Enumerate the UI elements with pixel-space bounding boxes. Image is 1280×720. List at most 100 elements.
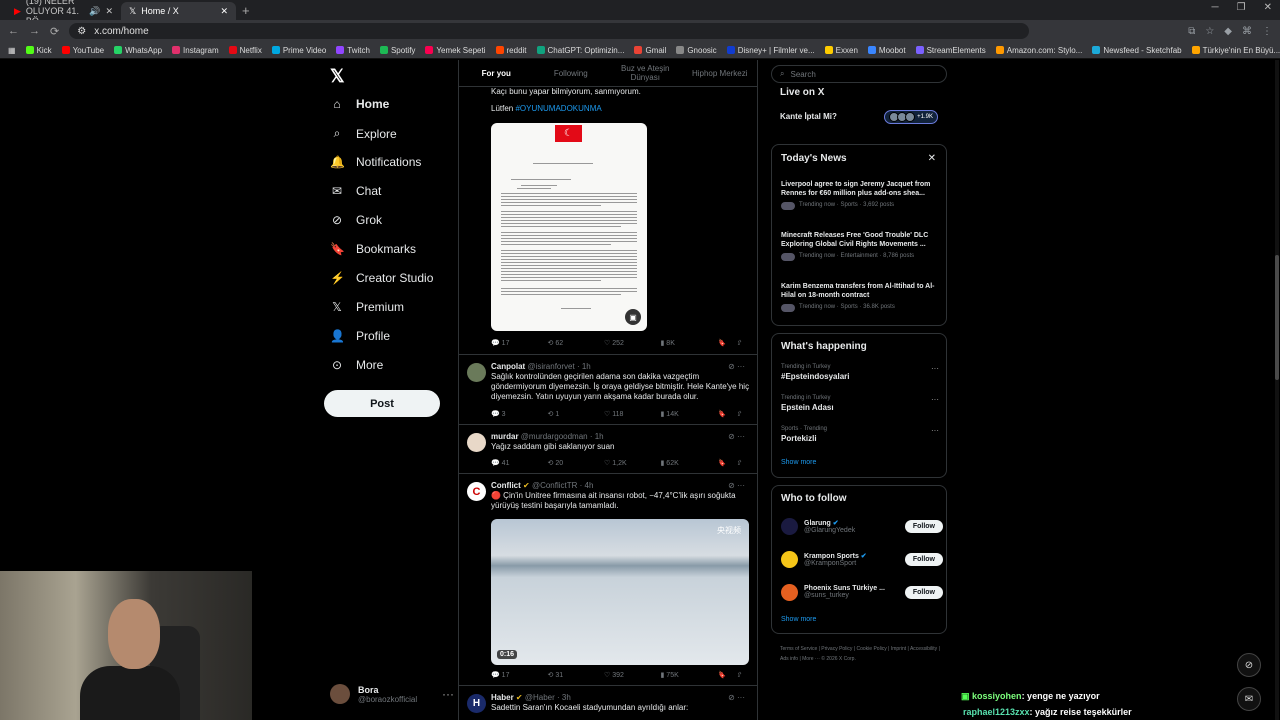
share-icon[interactable]: ⇧ — [736, 671, 742, 679]
bookmark-item[interactable]: Gmail — [634, 46, 666, 55]
repost-button[interactable]: ⟲ 20 — [548, 459, 605, 467]
avatar[interactable]: C — [467, 482, 486, 501]
more-dots-icon[interactable]: ⊘ ··· — [728, 362, 745, 371]
views-button[interactable]: ▮ 75K — [661, 671, 718, 679]
follow-suggestion[interactable]: Krampon Sports ✔ @KramponSport Follow — [781, 548, 943, 570]
translate-icon[interactable]: ⧉ — [1188, 26, 1195, 37]
reply-button[interactable]: 💬 17 — [491, 339, 548, 347]
more-dots-icon[interactable]: ⊘ ··· — [728, 432, 745, 441]
grok-float-icon[interactable]: ⊘ — [1237, 653, 1261, 677]
news-item[interactable]: Liverpool agree to sign Jeremy Jacquet f… — [781, 180, 943, 210]
post-button[interactable]: Post — [324, 390, 440, 417]
author-handle[interactable]: @murdargoodman — [521, 432, 588, 441]
bookmark-item[interactable]: Twitch — [336, 46, 370, 55]
scrollbar-thumb[interactable] — [1275, 255, 1279, 380]
sidebar-item-bookmarks[interactable]: 🔖 Bookmarks — [330, 242, 416, 256]
bookmark-item[interactable]: Amazon.com: Stylo... — [995, 46, 1082, 55]
like-button[interactable]: ♡ 1,2K — [604, 459, 661, 467]
bookmark-icon[interactable]: 🔖 — [717, 671, 726, 679]
bookmark-item[interactable]: ChatGPT: Optimizin... — [536, 46, 624, 55]
views-button[interactable]: ▮ 62K — [661, 459, 718, 467]
more-dots-icon[interactable]: ⊘ ··· — [728, 693, 745, 702]
repost-button[interactable]: ⟲ 62 — [548, 339, 605, 347]
reload-icon[interactable]: ⟳ — [50, 25, 59, 38]
bookmark-item[interactable]: Gnoosic — [676, 46, 717, 55]
bookmark-item[interactable]: Türkiye'nin En Büyü... — [1191, 46, 1280, 55]
bookmark-item[interactable]: Kick — [25, 46, 52, 55]
bookmark-item[interactable]: Exxen — [824, 46, 858, 55]
share-icon[interactable]: ⇧ — [736, 410, 742, 418]
sidebar-item-explore[interactable]: ⌕ Explore — [330, 126, 397, 141]
trend-item[interactable]: Sports · Trending Portekizli ··· — [781, 426, 943, 443]
footer-links[interactable]: Terms of Service | Privacy Policy | Cook… — [780, 644, 942, 664]
maximize-icon[interactable]: ❐ — [1237, 2, 1246, 13]
tweet-time[interactable]: 4h — [585, 481, 594, 490]
bookmark-item[interactable]: Spotify — [379, 46, 415, 55]
show-more-link[interactable]: Show more — [781, 459, 816, 466]
tab-for-you[interactable]: For you — [459, 69, 534, 78]
extension-icon[interactable]: ◆ — [1224, 26, 1232, 37]
bookmark-item[interactable]: Yemek Sepeti — [425, 46, 486, 55]
new-tab-button[interactable]: + — [242, 2, 250, 20]
author-handle[interactable]: @ConflictTR — [532, 481, 577, 490]
avatar[interactable] — [467, 363, 486, 382]
tweet-document-image[interactable]: ☾ ▣ — [491, 123, 647, 331]
author-name[interactable]: Haber — [491, 693, 514, 702]
trend-item[interactable]: Trending in Turkey Epstein Adası ··· — [781, 395, 943, 412]
author-name[interactable]: Conflict — [491, 481, 521, 490]
bookmark-icon[interactable]: 🔖 — [717, 339, 726, 347]
author-name[interactable]: Canpolat — [491, 362, 525, 371]
sidebar-item-notifications[interactable]: 🔔 Notifications — [330, 155, 421, 169]
sidebar-item-home[interactable]: ⌂ Home — [330, 97, 389, 111]
avatar[interactable]: H — [467, 694, 486, 713]
avatar[interactable] — [781, 583, 798, 601]
news-item[interactable]: Karim Benzema transfers from Al-Ittihad … — [781, 282, 943, 312]
menu-icon[interactable]: ⋮ — [1262, 26, 1272, 37]
author-name[interactable]: murdar — [491, 432, 519, 441]
back-icon[interactable]: ← — [8, 25, 19, 37]
share-icon[interactable]: ⇧ — [736, 339, 742, 347]
bookmark-item[interactable]: Netflix — [228, 46, 262, 55]
bookmark-item[interactable]: WhatsApp — [114, 46, 162, 55]
tweet-time[interactable]: 1h — [595, 432, 604, 441]
tab-buz-ve-ates[interactable]: Buz ve Ateşin Dünyası — [608, 64, 683, 82]
repost-button[interactable]: ⟲ 31 — [548, 671, 605, 679]
messages-float-icon[interactable]: ✉ — [1237, 687, 1261, 711]
author-handle[interactable]: @isiranforvet — [527, 362, 574, 371]
sidebar-item-grok[interactable]: ⊘ Grok — [330, 213, 382, 227]
reply-button[interactable]: 💬 41 — [491, 459, 548, 467]
x-logo-icon[interactable]: 𝕏 — [330, 66, 345, 87]
author-handle[interactable]: @Haber — [525, 693, 555, 702]
bookmark-icon[interactable]: 🔖 — [717, 410, 726, 418]
page-scrollbar[interactable] — [1275, 60, 1279, 720]
follow-suggestion[interactable]: Phoenix Suns Türkiye ... @suns_turkey Foll… — [781, 581, 943, 603]
repost-button[interactable]: ⟲ 1 — [548, 410, 605, 418]
site-info-icon[interactable]: ⚙ — [77, 26, 86, 37]
more-dots-icon[interactable]: ··· — [931, 395, 939, 404]
like-button[interactable]: ♡ 252 — [604, 339, 661, 347]
reply-button[interactable]: 💬 17 — [491, 671, 548, 679]
tab-hiphop-merkezi[interactable]: Hiphop Merkezi — [683, 69, 758, 78]
more-dots-icon[interactable]: ⊘ ··· — [728, 481, 745, 490]
bookmark-item[interactable]: Newsfeed - Sketchfab — [1092, 46, 1182, 55]
address-bar[interactable]: ⚙ x.com/home — [69, 23, 1030, 39]
apps-icon[interactable]: ▦ — [8, 46, 16, 55]
sidebar-item-premium[interactable]: 𝕏 Premium — [330, 300, 404, 314]
gallery-icon[interactable]: ▣ — [625, 309, 641, 325]
bookmark-item[interactable]: Moobot — [867, 46, 906, 55]
reply-button[interactable]: 💬 3 — [491, 410, 548, 418]
views-button[interactable]: ▮ 8K — [661, 339, 718, 347]
star-icon[interactable]: ☆ — [1205, 26, 1214, 37]
tweet[interactable]: C Conflict ✔ @ConflictTR · 4h ⊘ ··· 🔴 Çin… — [459, 473, 757, 685]
close-window-icon[interactable]: ✕ — [1264, 2, 1272, 13]
follow-button[interactable]: Follow — [904, 552, 943, 566]
account-switcher[interactable]: Bora @boraozkofficial ··· — [330, 684, 454, 704]
show-more-link[interactable]: Show more — [781, 616, 816, 623]
more-dots-icon[interactable]: ··· — [931, 364, 939, 373]
follow-button[interactable]: Follow — [904, 519, 943, 533]
sidebar-item-creator-studio[interactable]: ⚡ Creator Studio — [330, 271, 433, 285]
bookmark-item[interactable]: Instagram — [172, 46, 219, 55]
follow-button[interactable]: Follow — [904, 585, 943, 599]
tweet-time[interactable]: 3h — [562, 693, 571, 702]
close-tab-icon[interactable]: ✕ — [105, 6, 113, 17]
